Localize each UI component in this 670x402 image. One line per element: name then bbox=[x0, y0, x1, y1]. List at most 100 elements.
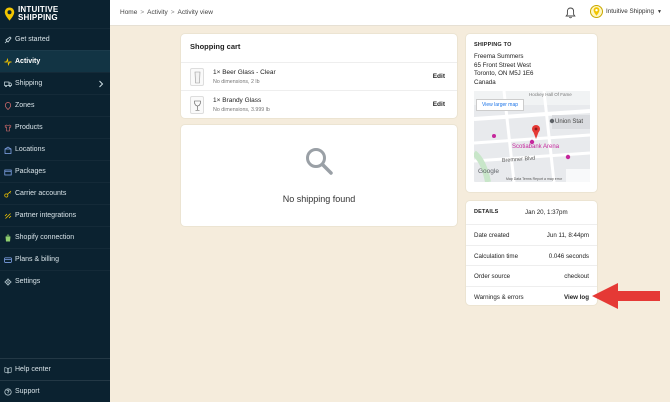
sidebar-item-label: Help center bbox=[15, 366, 51, 373]
map-label-union: Union Stat bbox=[555, 119, 583, 125]
detail-key: Warnings & errors bbox=[474, 294, 524, 301]
link-icon bbox=[4, 212, 12, 220]
map-label-google: Google bbox=[478, 168, 499, 175]
no-shipping-message: No shipping found bbox=[282, 194, 356, 204]
cart-item-name: 1× Brandy Glass bbox=[213, 97, 262, 104]
logo-pin-icon bbox=[4, 7, 15, 21]
sidebar-item-label: Settings bbox=[15, 278, 41, 285]
avatar bbox=[590, 5, 603, 18]
sidebar: INTUITIVE SHIPPING Get started Activity … bbox=[0, 0, 110, 402]
sidebar-item-label: Plans & billing bbox=[15, 256, 59, 263]
address-city: Toronto, ON M5J 1E6 bbox=[474, 70, 534, 78]
sidebar-bottom-nav: Help center Support bbox=[0, 358, 110, 402]
breadcrumb-current: Activity view bbox=[177, 9, 213, 16]
detail-value: 0.046 seconds bbox=[548, 253, 589, 260]
sidebar-item-label: Partner integrations bbox=[15, 212, 77, 219]
sidebar-item-label: Get started bbox=[15, 36, 50, 43]
shirt-icon bbox=[4, 124, 12, 132]
sidebar-item-shipping[interactable]: Shipping bbox=[0, 72, 110, 94]
cart-item-name: 1× Beer Glass - Clear bbox=[213, 69, 276, 76]
shipping-address: Freema Summers 65 Front Street West Toro… bbox=[474, 53, 534, 88]
caret-down-icon: ▼ bbox=[656, 8, 662, 15]
sidebar-item-label: Shopify connection bbox=[15, 234, 75, 241]
key-icon bbox=[4, 190, 12, 198]
shopping-cart-card: Shopping cart 1× Beer Glass - Clear No d… bbox=[181, 34, 457, 118]
chevron-right-icon bbox=[99, 80, 104, 88]
details-date: Jan 20, 1:37pm bbox=[525, 209, 568, 216]
help-circle-icon bbox=[4, 387, 12, 396]
detail-key: Order source bbox=[474, 273, 511, 280]
sidebar-item-label: Activity bbox=[15, 58, 41, 65]
cart-item-dimensions: No dimensions, 2 lb bbox=[213, 79, 260, 85]
detail-key: Date created bbox=[474, 232, 510, 239]
sidebar-item-help-center[interactable]: Help center bbox=[0, 358, 110, 380]
sidebar-item-packages[interactable]: Packages bbox=[0, 160, 110, 182]
book-icon bbox=[4, 366, 12, 374]
cart-item: 1× Brandy Glass No dimensions, 3.999 lb … bbox=[181, 90, 457, 118]
address-country: Canada bbox=[474, 79, 496, 87]
detail-row: Warnings & errors View log bbox=[466, 286, 597, 307]
recipient-name: Freema Summers bbox=[474, 53, 524, 60]
location-pin-icon bbox=[4, 101, 12, 110]
sidebar-item-products[interactable]: Products bbox=[0, 116, 110, 138]
shipping-to-label: SHIPPING TO bbox=[474, 42, 512, 48]
detail-value: checkout bbox=[564, 273, 589, 280]
beer-glass-thumbnail bbox=[190, 68, 204, 86]
no-shipping-card: No shipping found bbox=[181, 125, 457, 226]
activity-icon bbox=[4, 57, 12, 66]
glass-icon bbox=[193, 100, 201, 111]
sidebar-item-get-started[interactable]: Get started bbox=[0, 28, 110, 50]
building-icon bbox=[4, 146, 12, 154]
sidebar-item-carrier-accounts[interactable]: Carrier accounts bbox=[0, 182, 110, 204]
detail-row: Date created Jun 11, 8:44pm bbox=[466, 224, 597, 245]
shipping-to-card: SHIPPING TO Freema Summers 65 Front Stre… bbox=[466, 34, 597, 192]
truck-icon bbox=[4, 80, 12, 88]
sidebar-item-label: Shipping bbox=[15, 80, 43, 87]
cart-title: Shopping cart bbox=[190, 42, 241, 51]
account-menu[interactable]: Intuitive Shipping ▼ bbox=[590, 5, 662, 18]
sidebar-item-label: Zones bbox=[15, 102, 35, 109]
sidebar-item-zones[interactable]: Zones bbox=[0, 94, 110, 116]
detail-row: Order source checkout bbox=[466, 265, 597, 286]
search-icon bbox=[306, 148, 333, 175]
sidebar-item-partner-integrations[interactable]: Partner integrations bbox=[0, 204, 110, 226]
sidebar-nav: Get started Activity Shipping Zones Prod… bbox=[0, 28, 110, 292]
arrow-annotation-icon bbox=[592, 283, 660, 309]
breadcrumb-separator: > bbox=[140, 9, 145, 16]
top-bar: Home > Activity > Activity view Intuitiv… bbox=[110, 0, 670, 26]
breadcrumb-separator: > bbox=[170, 9, 175, 16]
cart-item-dimensions: No dimensions, 3.999 lb bbox=[213, 107, 270, 113]
sidebar-item-settings[interactable]: Settings bbox=[0, 270, 110, 292]
detail-value: Jun 11, 8:44pm bbox=[546, 232, 589, 239]
sidebar-item-label: Support bbox=[15, 388, 40, 395]
sidebar-item-label: Locations bbox=[15, 146, 45, 153]
details-card: DETAILS Jan 20, 1:37pm Date created Jun … bbox=[466, 201, 597, 305]
cart-item: 1× Beer Glass - Clear No dimensions, 2 l… bbox=[181, 62, 457, 90]
address-street: 65 Front Street West bbox=[474, 61, 531, 69]
card-icon bbox=[4, 256, 12, 264]
account-name: Intuitive Shipping bbox=[606, 8, 654, 15]
sidebar-item-support[interactable]: Support bbox=[0, 380, 110, 402]
view-larger-map-button[interactable]: View larger map bbox=[476, 99, 525, 111]
sidebar-item-plans-billing[interactable]: Plans & billing bbox=[0, 248, 110, 270]
details-label: DETAILS bbox=[474, 209, 499, 215]
logo-pin-icon bbox=[593, 7, 600, 16]
edit-button[interactable]: Edit bbox=[433, 73, 445, 80]
shopify-icon bbox=[4, 233, 12, 242]
edit-button[interactable]: Edit bbox=[433, 101, 445, 108]
breadcrumb-home[interactable]: Home bbox=[120, 9, 137, 16]
sidebar-item-label: Products bbox=[15, 124, 43, 131]
sidebar-item-label: Packages bbox=[15, 168, 46, 175]
detail-row: Calculation time 0.046 seconds bbox=[466, 245, 597, 266]
package-icon bbox=[4, 168, 12, 176]
sidebar-item-activity[interactable]: Activity bbox=[0, 50, 110, 72]
breadcrumb-activity[interactable]: Activity bbox=[147, 9, 168, 16]
bell-icon[interactable] bbox=[565, 7, 576, 19]
view-log-link[interactable]: View log bbox=[564, 294, 589, 301]
glass-icon bbox=[194, 71, 200, 83]
sidebar-item-locations[interactable]: Locations bbox=[0, 138, 110, 160]
brand-logo[interactable]: INTUITIVE SHIPPING bbox=[0, 0, 110, 28]
rocket-icon bbox=[4, 35, 12, 44]
brandy-glass-thumbnail bbox=[190, 96, 204, 114]
sidebar-item-shopify-connection[interactable]: Shopify connection bbox=[0, 226, 110, 248]
